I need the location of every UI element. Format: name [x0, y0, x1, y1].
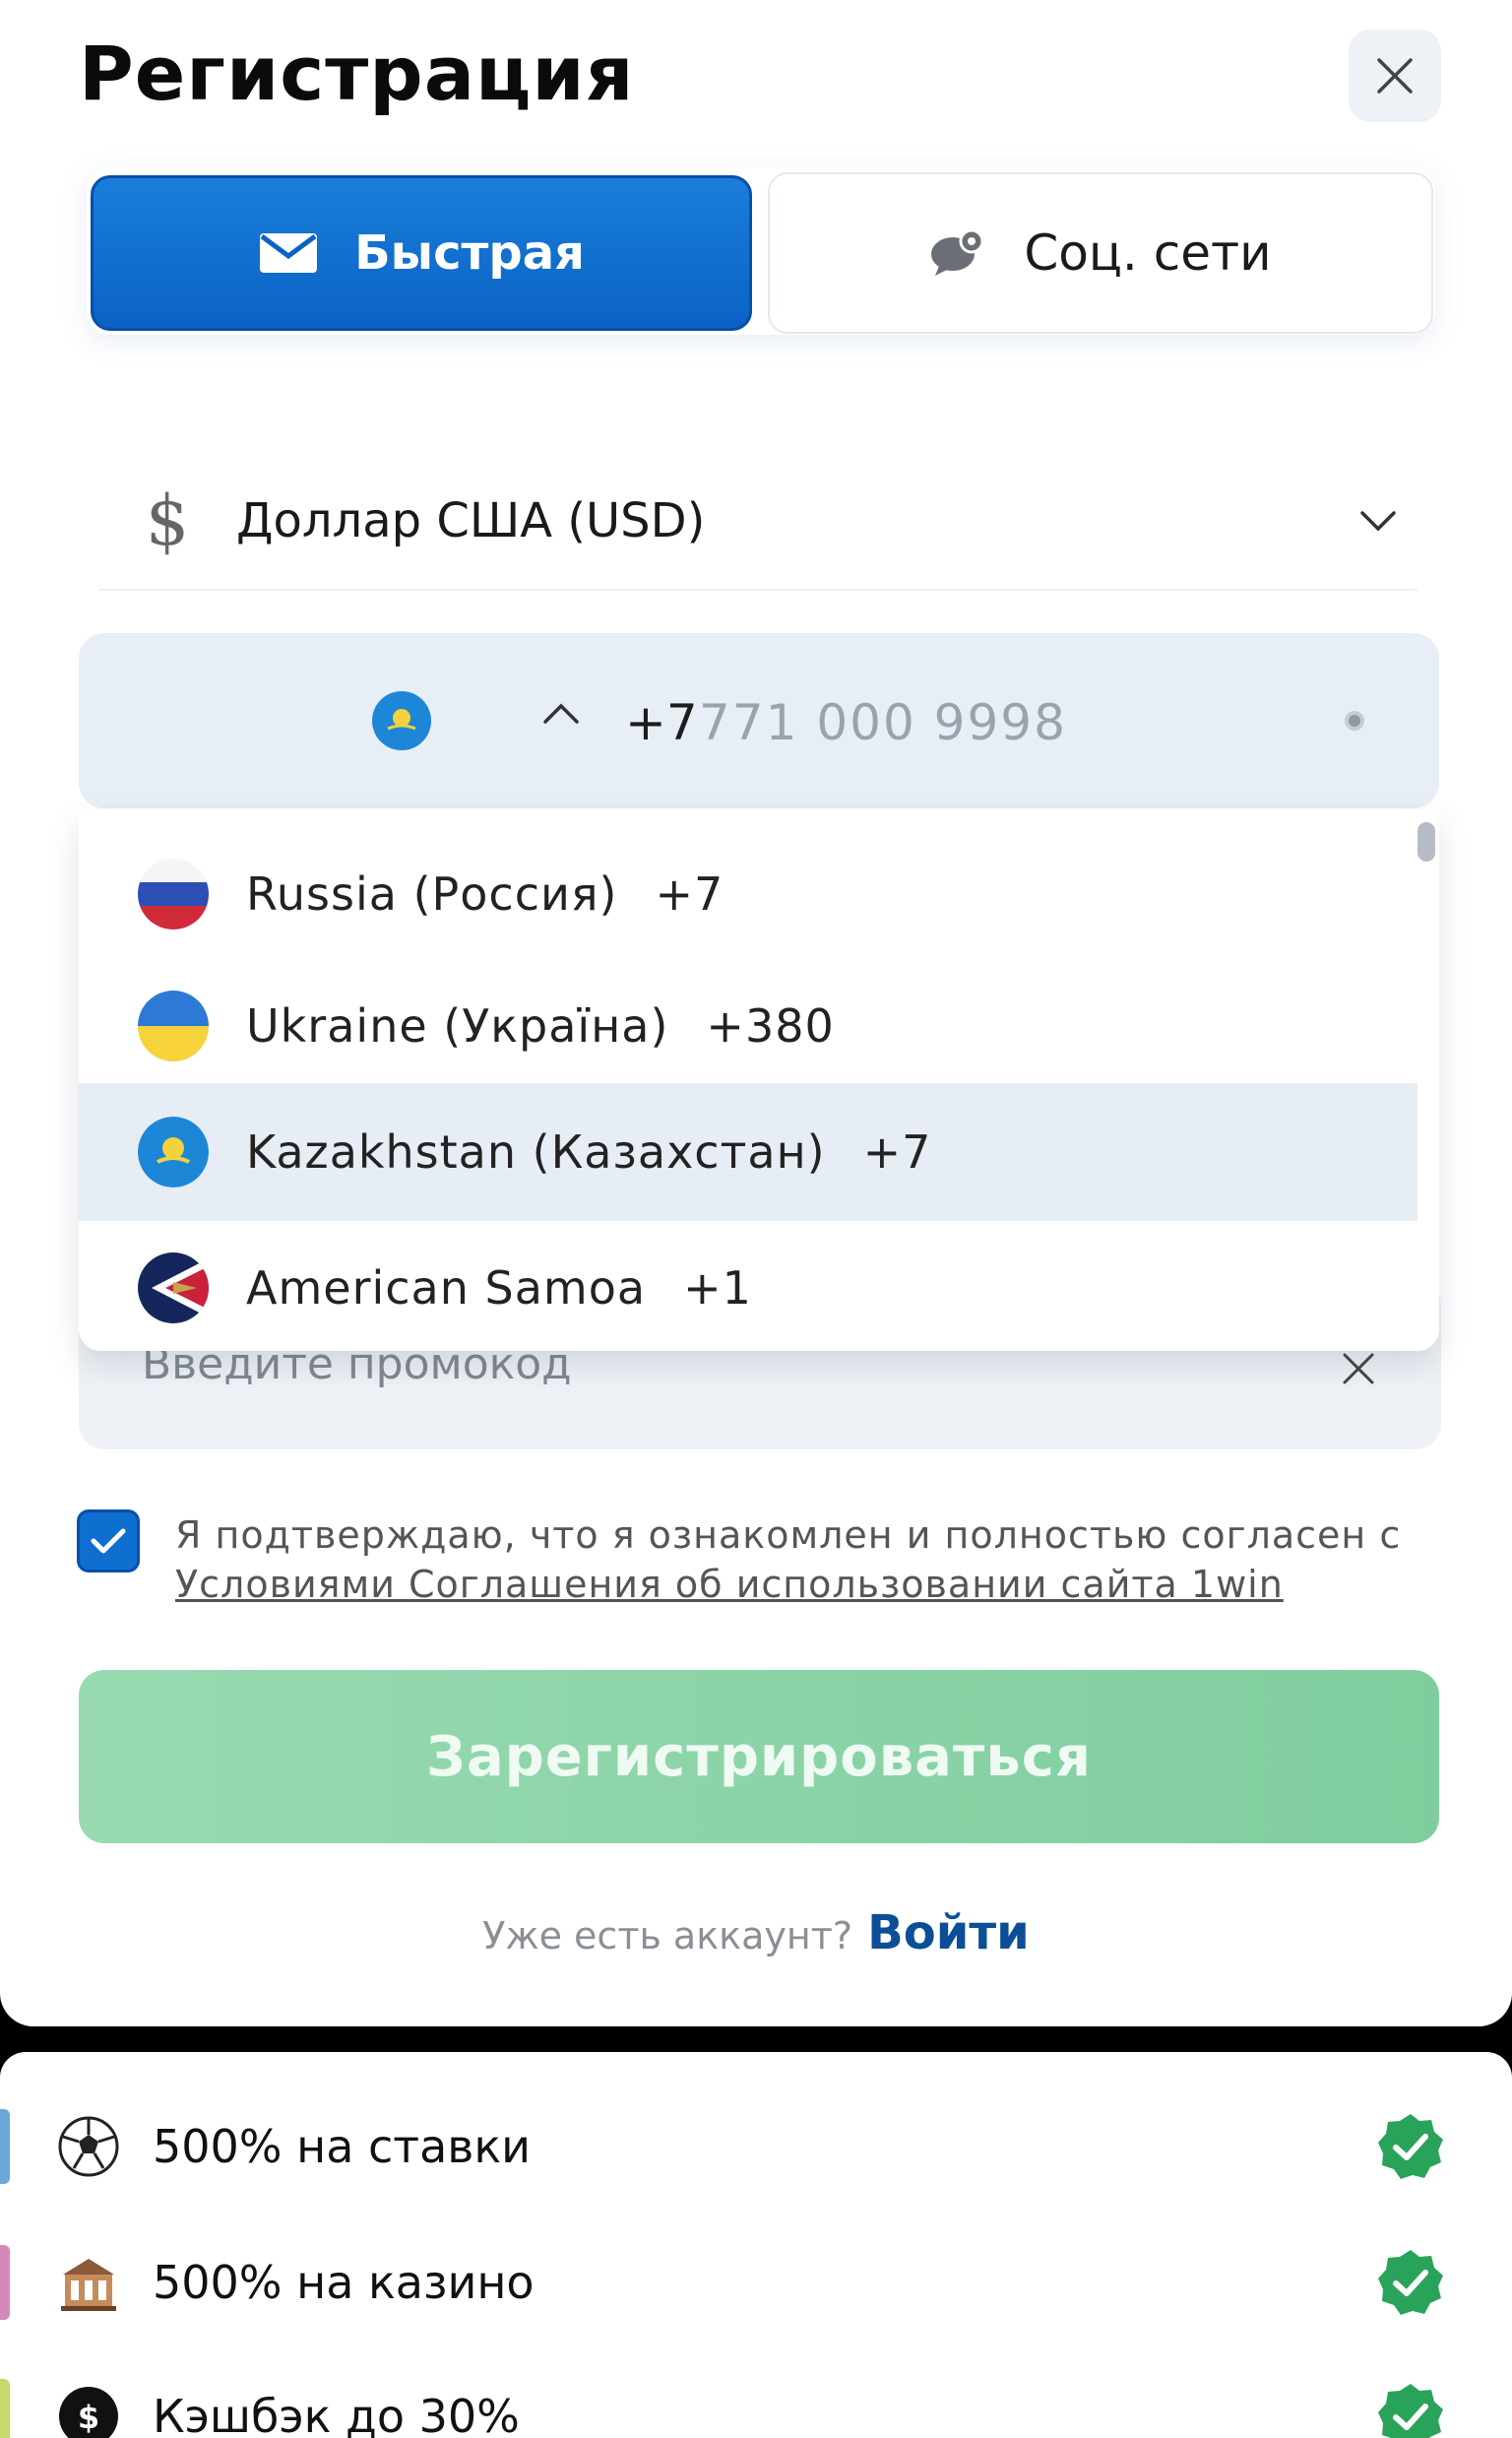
country-code: +7	[655, 867, 724, 921]
ukraine-flag-icon	[138, 991, 209, 1061]
close-icon	[1377, 58, 1413, 94]
american-samoa-flag-icon	[138, 1252, 209, 1323]
login-link[interactable]: Войти	[867, 1905, 1030, 1960]
bonus-item-casino: 500% на казино	[0, 2223, 1512, 2342]
tab-social-label: Соц. сети	[1024, 225, 1272, 282]
chevron-up-icon[interactable]	[541, 700, 581, 726]
page-title: Регистрация	[79, 30, 635, 117]
bonus-accent	[0, 2245, 10, 2320]
country-code: +1	[683, 1261, 752, 1315]
tab-fast-label: Быстрая	[354, 225, 585, 281]
country-option-american-samoa[interactable]: American Samoa +1	[79, 1221, 1418, 1355]
bonus-accent	[0, 2379, 10, 2438]
register-button[interactable]: Зарегистрироваться	[79, 1670, 1439, 1843]
terms-text: Я подтверждаю, что я ознакомлен и полнос…	[175, 1513, 1402, 1557]
country-option-russia[interactable]: Russia (Россия) +7	[79, 827, 1418, 961]
check-badge-icon	[1378, 2250, 1443, 2315]
checkmark-icon	[91, 1528, 126, 1554]
bonus-label: 500% на казино	[153, 2256, 535, 2309]
currency-select[interactable]: $ Доллар США (USD)	[98, 453, 1418, 591]
chat-bubbles-icon	[931, 228, 984, 276]
bonus-panel: 500% на ставки 500% на казино $ Кэшбэк д…	[0, 2052, 1512, 2438]
tab-social[interactable]: Соц. сети	[768, 172, 1433, 334]
svg-text:$: $	[78, 2399, 99, 2436]
check-badge-icon	[1378, 2384, 1443, 2438]
casino-icon	[61, 2259, 116, 2311]
phone-field[interactable]: +7 771 000 9998	[79, 633, 1439, 808]
terms-checkbox[interactable]	[77, 1509, 140, 1572]
bonus-accent	[0, 2109, 10, 2184]
country-option-ukraine[interactable]: Ukraine (Україна) +380	[79, 959, 1418, 1093]
country-name: Ukraine (Україна)	[246, 999, 669, 1053]
bonus-label: 500% на ставки	[153, 2120, 532, 2173]
login-question: Уже есть аккаунт?	[482, 1914, 853, 1957]
bonus-item-cashback: $ Кэшбэк до 30%	[0, 2357, 1512, 2438]
check-badge-icon	[1378, 2114, 1443, 2179]
phone-prefix: +7	[625, 694, 698, 751]
country-name: American Samoa	[246, 1261, 647, 1315]
country-option-kazakhstan[interactable]: Kazakhstan (Казахстан) +7	[79, 1083, 1418, 1221]
kazakhstan-flag-icon	[138, 1117, 209, 1187]
login-prompt: Уже есть аккаунт? Войти	[0, 1905, 1512, 1960]
country-name: Kazakhstan (Казахстан)	[246, 1125, 826, 1179]
register-button-label: Зарегистрироваться	[426, 1724, 1092, 1789]
cashback-icon: $	[59, 2387, 118, 2438]
russia-flag-icon	[138, 859, 209, 930]
country-code: +380	[706, 999, 835, 1053]
kazakhstan-flag-icon[interactable]	[372, 691, 431, 750]
soccer-ball-icon	[58, 2116, 119, 2177]
clear-promo-icon[interactable]	[1341, 1351, 1376, 1386]
chevron-down-icon	[1339, 509, 1418, 533]
phone-input[interactable]: 771 000 9998	[699, 694, 1067, 751]
currency-label: Доллар США (USD)	[236, 493, 706, 548]
terms-link[interactable]: Условиями Соглашения об использовании са…	[175, 1563, 1284, 1606]
tab-fast[interactable]: Быстрая	[91, 175, 752, 331]
bonus-label: Кэшбэк до 30%	[153, 2390, 520, 2438]
country-name: Russia (Россия)	[246, 867, 618, 921]
envelope-icon	[260, 233, 318, 273]
close-button[interactable]	[1349, 30, 1441, 122]
bonus-item-bets: 500% на ставки	[0, 2087, 1512, 2206]
dollar-icon: $	[145, 481, 190, 561]
registration-modal: Регистрация Быстрая Соц. сети $ Доллар С…	[0, 0, 1512, 2026]
dropdown-scrollbar[interactable]	[1418, 822, 1435, 862]
country-code: +7	[862, 1125, 932, 1179]
status-dot-icon	[1345, 711, 1364, 731]
